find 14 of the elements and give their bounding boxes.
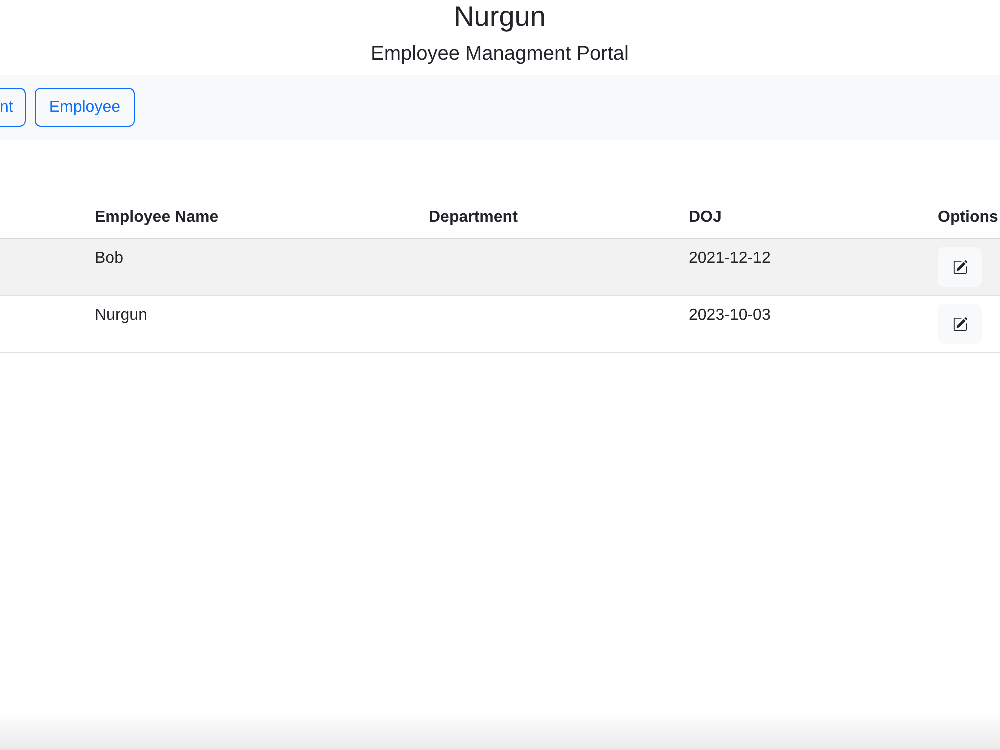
page-title: Nurgun: [454, 0, 546, 34]
employee-name-cell: Nurgun: [95, 307, 148, 324]
column-header: Options: [938, 209, 998, 226]
page-subtitle: Employee Managment Portal: [371, 42, 629, 66]
edit-button[interactable]: [938, 304, 982, 344]
column-header: Employee Name: [95, 209, 219, 226]
employee-name-cell: Bob: [95, 250, 124, 267]
nav-button[interactable]: Employee: [35, 88, 134, 127]
nav-button[interactable]: nt: [0, 88, 26, 127]
column-header: Department: [429, 209, 518, 226]
doj-cell: 2021-12-12: [689, 250, 771, 267]
doj-cell: 2023-10-03: [689, 307, 771, 324]
edit-button[interactable]: [938, 247, 982, 287]
column-header: DOJ: [689, 209, 722, 226]
